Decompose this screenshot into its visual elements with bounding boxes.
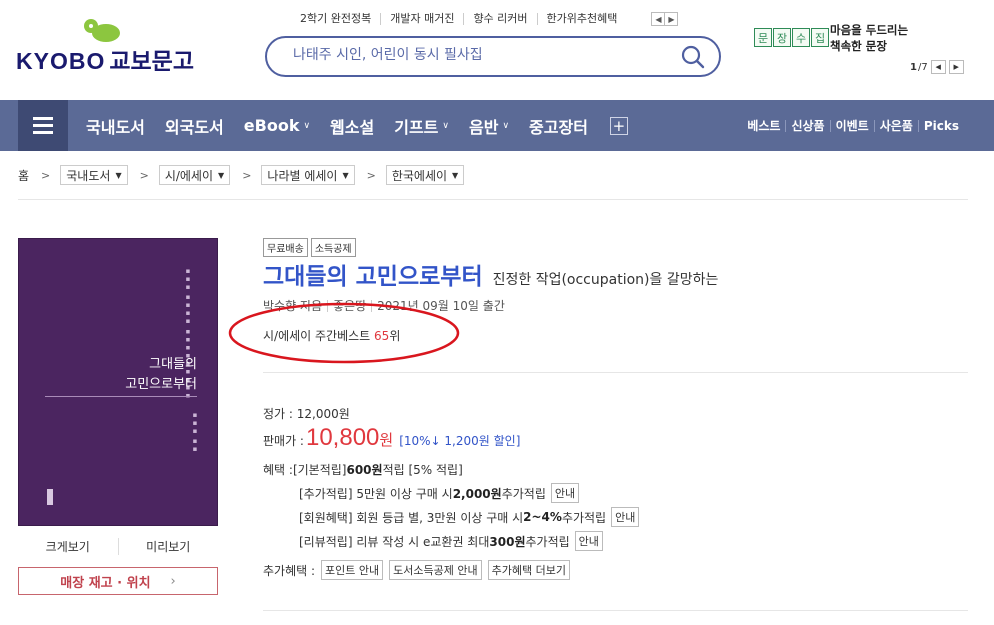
nav-used-market[interactable]: 중고장터 [529, 114, 588, 138]
breadcrumb: 홈 > 국내도서 ▼ > 시/에세이 ▼ > 나라별 에세이 ▼ > 한국에세이 ▼ [18, 165, 476, 185]
chevron-right-icon: > [366, 168, 376, 182]
site-header: KYOBO 교보문고 2학기 완전정복 개발자 매거진 향수 리커버 한가위추천혜… [0, 0, 994, 100]
benefit-review: [리뷰적립] 리뷰 작성 시 e교환권 최대 300원 추가적립 안내 [299, 531, 603, 551]
chevron-right-icon: › [170, 573, 176, 589]
chevron-down-icon: ∨ [502, 120, 510, 131]
nav-ebook[interactable]: eBook ∨ [244, 116, 310, 135]
quick-link[interactable]: 한가위추천혜택 [536, 13, 627, 25]
free-shipping-badge: 무료배송 [263, 238, 308, 257]
quick-link[interactable]: 개발자 매거진 [380, 13, 463, 25]
promo-next-icon[interactable]: ▶ [948, 60, 964, 74]
divider [263, 372, 968, 373]
benefit-member: [회원혜택] 회원 등급 별, 3만원 이상 구매 시 2~4% 추가적립 안내 [299, 507, 640, 527]
hamburger-menu-icon[interactable] [18, 100, 68, 151]
promo-prev-icon[interactable]: ◀ [930, 60, 946, 74]
cover-publisher-mark [47, 489, 53, 505]
benefit-extra: [추가적립] 5만원 이상 구매 시 2,000원 추가적립 안내 [299, 483, 580, 503]
book-title: 그대들의 고민으로부터 [263, 264, 483, 290]
chevron-right-icon: > [242, 168, 252, 182]
caret-down-icon: ▼ [452, 170, 459, 180]
more-benefits-button[interactable]: 추가혜택 더보기 [487, 560, 570, 580]
breadcrumb-select[interactable]: 한국에세이 ▼ [385, 165, 465, 185]
plus-icon[interactable]: + [609, 116, 628, 135]
breadcrumb-home[interactable]: 홈 [18, 167, 29, 184]
search-input[interactable] [293, 47, 653, 63]
badges: 무료배송 소득공제 [263, 238, 359, 257]
search-bar [265, 36, 721, 77]
breadcrumb-select[interactable]: 국내도서 ▼ [60, 165, 128, 185]
extra-benefits-row: 추가혜택 : 포인트 안내 도서소득공제 안내 추가혜택 더보기 [263, 560, 570, 580]
logo-leaf-icon [84, 19, 120, 42]
sale-price: 10,800 [305, 424, 380, 451]
chevron-right-icon: > [139, 168, 149, 182]
logo-text: KYOBO 교보문고 [16, 48, 194, 74]
info-button[interactable]: 안내 [550, 483, 580, 503]
quick-link[interactable]: 향수 리커버 [463, 13, 536, 25]
sale-price-row: 판매가 : 10,800 원 [10%↓ 1,200원 할인] [263, 424, 521, 451]
nav-gifts[interactable]: 사은품 [873, 119, 918, 132]
point-info-button[interactable]: 포인트 안내 [321, 560, 384, 580]
nav-best[interactable]: 베스트 [742, 120, 785, 132]
promo-banner[interactable]: 문 장 수 집 마음을 두드리는 책속한 문장 1/7 ◀ ▶ [754, 20, 984, 80]
caret-down-icon: ▼ [218, 170, 225, 180]
book-subtitle: 진정한 작업(occupation)을 갈망하는 [492, 272, 719, 288]
breadcrumb-select[interactable]: 시/에세이 ▼ [158, 165, 231, 185]
book-cover[interactable]: ▪▪▪ ▪▪▪▪ ▪▪▪▪▪▪▪▪▪ 그대들의 고민으로부터 ▪▪▪ ▪▪ [18, 238, 218, 526]
cover-title: 그대들의 고민으로부터 [125, 357, 197, 392]
nav-music[interactable]: 음반 ∨ [469, 114, 509, 138]
main-nav: 국내도서 외국도서 eBook ∨ 웹소설 기프트 ∨ 음반 ∨ 중고장터 + 베스트… [0, 100, 994, 151]
caret-down-icon: ▼ [115, 170, 122, 180]
caret-down-icon: ▼ [342, 170, 349, 180]
tax-deduction-info-button[interactable]: 도서소득공제 안내 [389, 560, 482, 580]
nav-new[interactable]: 신상품 [785, 119, 829, 132]
tax-deduction-badge: 소득공제 [310, 238, 356, 257]
store-stock-button[interactable]: 매장 재고 · 위치 › [18, 567, 218, 595]
discount-info: [10%↓ 1,200원 할인] [399, 434, 521, 448]
prev-arrow-icon[interactable]: ◀ [651, 12, 666, 26]
nav-gift[interactable]: 기프트 ∨ [394, 114, 449, 138]
quick-link[interactable]: 2학기 완전정복 [300, 13, 380, 25]
nav-domestic-books[interactable]: 국내도서 [86, 114, 145, 138]
quick-links: 2학기 완전정복 개발자 매거진 향수 리커버 한가위추천혜택 ◀ ▶ [300, 11, 679, 27]
annotation-ellipse [228, 302, 460, 364]
extra-benefits-label: 추가혜택 : [263, 563, 316, 578]
zoom-view-link[interactable]: 크게보기 [18, 538, 118, 555]
chevron-right-icon: > [41, 168, 51, 182]
search-icon[interactable] [681, 45, 705, 69]
nav-picks[interactable]: Picks [917, 119, 964, 132]
chevron-down-icon: ∨ [303, 120, 311, 131]
cover-rule [45, 396, 197, 397]
benefit-basic: 혜택 : [기본적립] 600원 적립 [5% 적립] [263, 463, 463, 477]
breadcrumb-select[interactable]: 나라별 에세이 ▼ [261, 165, 355, 185]
kyobo-logo[interactable]: KYOBO 교보문고 [16, 18, 196, 74]
cover-author-mark: ▪▪▪ ▪▪ [191, 411, 199, 454]
preview-link[interactable]: 미리보기 [117, 538, 219, 555]
promo-text: 마음을 두드리는 책속한 문장 [830, 23, 909, 53]
nav-foreign-books[interactable]: 외국도서 [165, 114, 224, 138]
info-button[interactable]: 안내 [611, 507, 640, 527]
chevron-down-icon: ∨ [442, 120, 449, 131]
divider [18, 199, 968, 200]
promo-stamp: 문 장 수 집 [754, 28, 830, 47]
list-price: 정가 : 12,000원 [263, 407, 350, 421]
info-button[interactable]: 안내 [574, 531, 603, 551]
divider [263, 610, 968, 611]
nav-webnovel[interactable]: 웹소설 [330, 114, 374, 138]
cover-links: 크게보기 미리보기 [18, 538, 218, 555]
next-arrow-icon[interactable]: ▶ [664, 12, 679, 26]
promo-pager: 1/7 ◀ ▶ [910, 60, 964, 74]
nav-right-links: 베스트 신상품 이벤트 사은품 Picks [742, 100, 964, 151]
title-row: 그대들의 고민으로부터 진정한 작업(occupation)을 갈망하는 [263, 257, 718, 291]
nav-event[interactable]: 이벤트 [829, 119, 874, 132]
